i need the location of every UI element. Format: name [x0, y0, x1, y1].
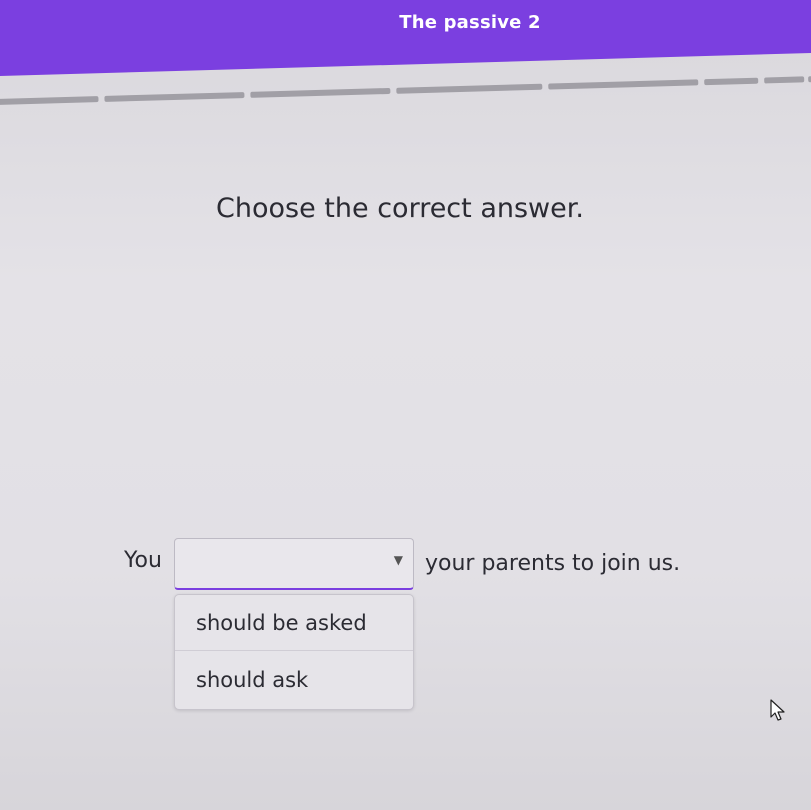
option-should-be-asked[interactable]: should be asked — [175, 595, 413, 651]
sentence-start: You — [124, 548, 162, 573]
question-prompt: Choose the correct answer. — [216, 193, 584, 224]
progress-segment — [396, 83, 543, 94]
chevron-down-icon[interactable]: ▼ — [394, 553, 403, 567]
answer-select[interactable]: ▼ — [174, 538, 414, 590]
option-should-ask[interactable]: should ask — [175, 652, 413, 708]
progress-segment — [250, 87, 391, 98]
sentence-end: your parents to join us. — [425, 551, 681, 576]
progress-segment — [704, 77, 759, 86]
progress-segment — [764, 76, 805, 84]
page-title: The passive 2 — [399, 12, 541, 33]
answer-options-menu: should be asked should ask — [174, 594, 414, 710]
mouse-pointer-icon — [770, 699, 785, 721]
progress-segment — [104, 92, 245, 102]
progress-segment — [0, 96, 99, 105]
progress-segment — [548, 79, 699, 90]
